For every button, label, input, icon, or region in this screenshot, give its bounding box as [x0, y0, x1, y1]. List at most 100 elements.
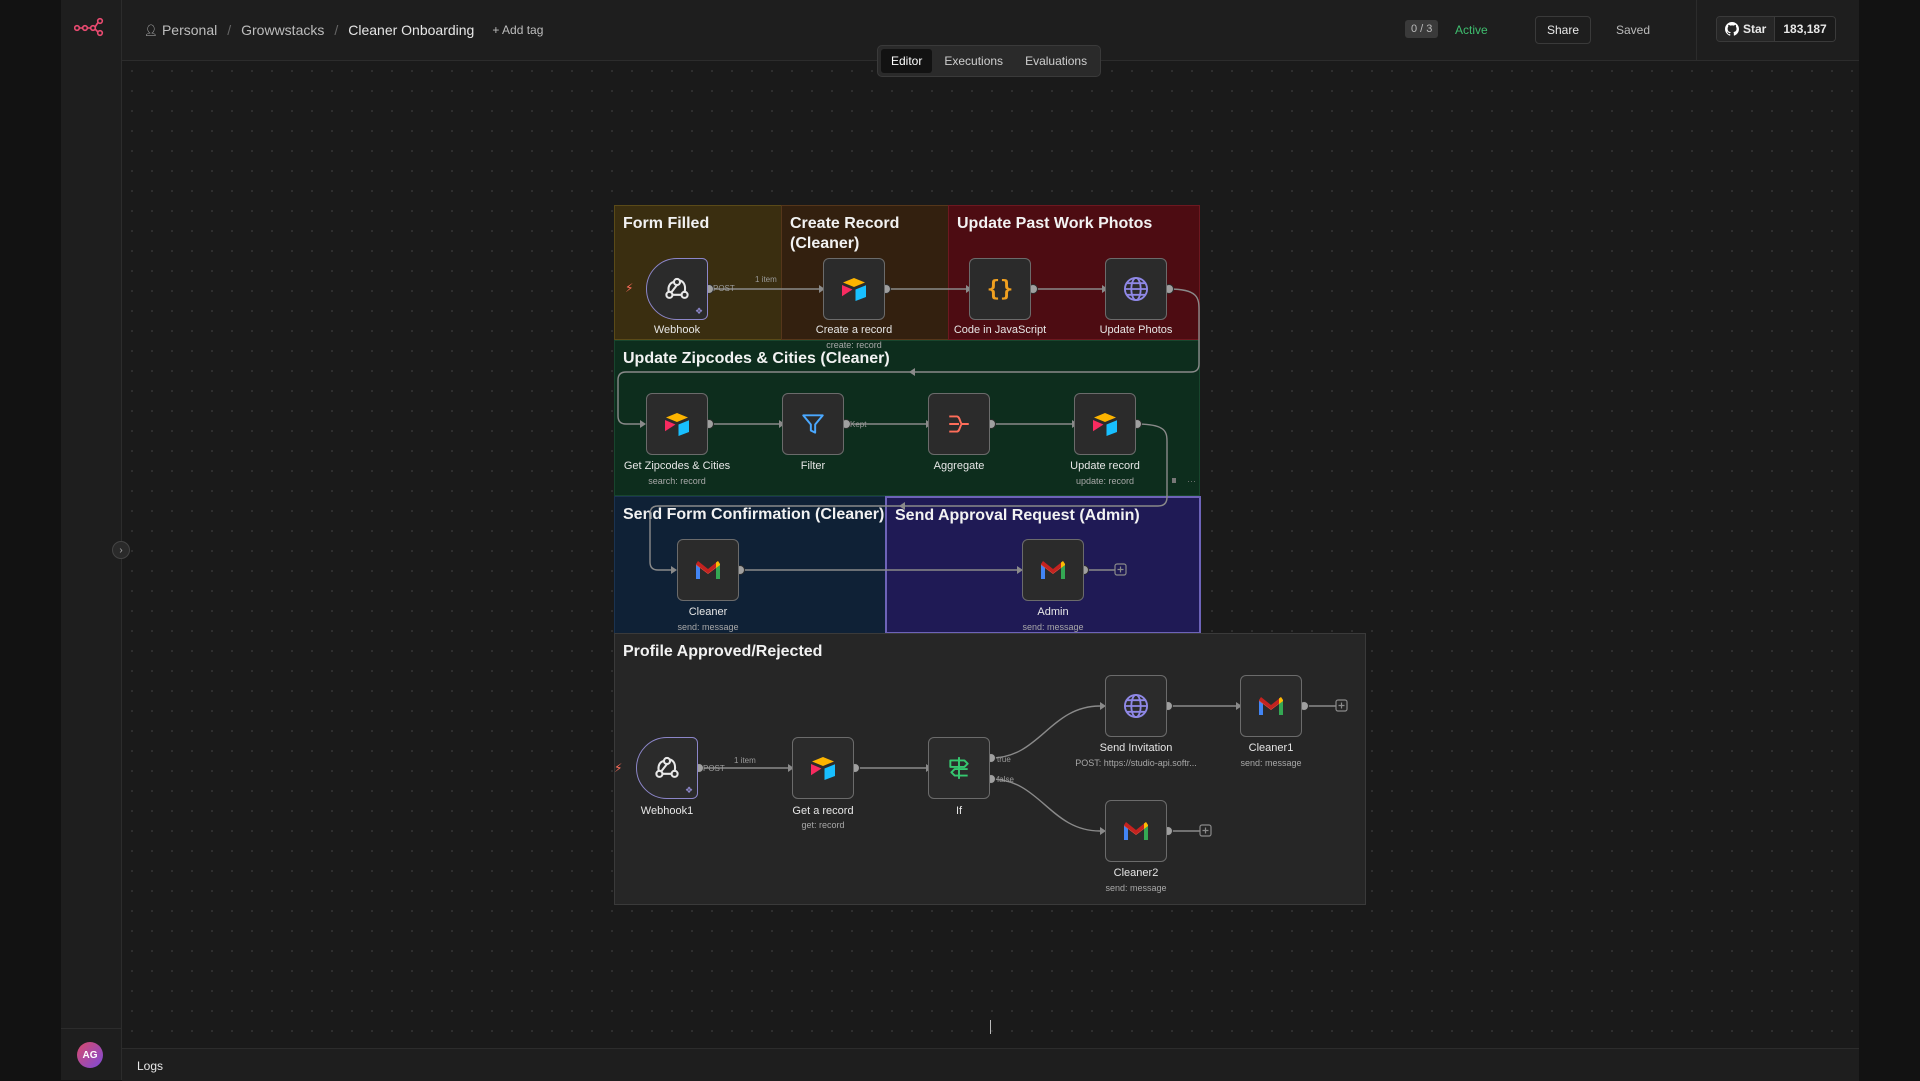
saved-status: Saved — [1616, 23, 1651, 37]
tab-editor[interactable]: Editor — [881, 49, 933, 73]
sticky-title: Create Record (Cleaner) — [790, 215, 900, 252]
expand-sidebar-chevron-icon[interactable]: › — [112, 541, 130, 559]
breadcrumb-folder[interactable]: Growwstacks — [241, 22, 324, 38]
node-cleaner2[interactable] — [1105, 800, 1167, 862]
filter-icon — [802, 414, 824, 434]
text-cursor — [990, 1020, 991, 1034]
node-subtitle: send: message — [1105, 883, 1167, 893]
node-label: Send Invitation — [1099, 742, 1173, 754]
node-aggregate[interactable] — [928, 393, 990, 455]
node-cleaner1[interactable] — [1240, 675, 1302, 737]
airtable-icon — [811, 757, 835, 780]
node-send-invitation[interactable] — [1105, 675, 1167, 737]
github-star-label: Star — [1743, 22, 1767, 36]
sticky-note-profile-approved[interactable]: Profile Approved/Rejected — [614, 633, 1366, 905]
breadcrumb-separator: / — [227, 22, 232, 38]
node-label: Filter — [800, 460, 826, 472]
breadcrumb-owner[interactable]: Personal — [162, 22, 217, 38]
node-get-zipcodes[interactable] — [646, 393, 708, 455]
share-button[interactable]: Share — [1535, 16, 1592, 44]
breadcrumb: 👤︎ Personal / Growwstacks / Cleaner Onbo… — [144, 22, 543, 38]
gmail-icon — [1124, 822, 1148, 840]
node-get-record[interactable] — [792, 737, 854, 799]
sticky-title: Profile Approved/Rejected — [623, 643, 823, 660]
node-subtitle: get: record — [801, 820, 845, 830]
pin-icon: ❖ — [695, 306, 704, 316]
aggregate-icon — [949, 415, 969, 433]
tab-executions[interactable]: Executions — [934, 49, 1013, 73]
node-label: Update record — [1070, 460, 1140, 472]
airtable-icon — [665, 413, 689, 436]
node-subtitle: send: message — [1022, 622, 1084, 632]
node-label: Admin — [1037, 606, 1069, 618]
node-label: Aggregate — [933, 460, 985, 472]
workflow-name[interactable]: Cleaner Onboarding — [348, 22, 474, 38]
avatar[interactable]: AG — [77, 1042, 103, 1068]
airtable-icon — [1093, 413, 1117, 436]
node-update-record[interactable] — [1074, 393, 1136, 455]
node-label: Get Zipcodes & Cities — [623, 460, 731, 472]
logs-label[interactable]: Logs — [137, 1059, 163, 1073]
node-label: Create a record — [815, 324, 893, 336]
user-icon: 👤︎ — [144, 24, 158, 37]
node-subtitle: send: message — [677, 622, 739, 632]
node-label: Update Photos — [1099, 324, 1173, 336]
globe-icon — [1123, 693, 1149, 719]
add-tag-button[interactable]: + Add tag — [492, 23, 543, 37]
node-subtitle: create: record — [826, 340, 882, 350]
github-star-button[interactable]: Star — [1717, 17, 1776, 41]
node-create-record[interactable] — [823, 258, 885, 320]
node-subtitle: send: message — [1240, 758, 1302, 768]
sticky-title: Send Approval Request (Admin) — [895, 507, 1140, 524]
sidebar-divider — [61, 1028, 121, 1029]
execution-counter-badge: 0 / 3 — [1405, 20, 1439, 38]
globe-icon — [1123, 276, 1149, 302]
sidebar: AG — [61, 0, 122, 1080]
trigger-bolt-icon: ⚡︎ — [625, 281, 634, 295]
view-tabs: Editor Executions Evaluations — [877, 45, 1102, 77]
code-braces-icon: {} — [986, 276, 1014, 302]
node-code-javascript[interactable]: {} — [969, 258, 1031, 320]
gmail-icon — [1259, 697, 1283, 715]
node-label: Webhook1 — [640, 805, 694, 817]
node-admin[interactable] — [1022, 539, 1084, 601]
node-label: If — [955, 805, 963, 817]
gmail-icon — [696, 561, 720, 579]
node-filter[interactable] — [782, 393, 844, 455]
n8n-logo-icon[interactable] — [73, 17, 104, 37]
active-status[interactable]: Active — [1455, 23, 1488, 37]
sticky-title: Update Past Work Photos — [957, 215, 1153, 232]
trigger-bolt-icon: ⚡︎ — [614, 761, 623, 775]
breadcrumb-separator: / — [334, 22, 339, 38]
github-star-count: 183,187 — [1775, 17, 1835, 41]
github-icon — [1725, 22, 1739, 36]
logs-panel[interactable]: Logs — [122, 1048, 1859, 1081]
node-webhook1[interactable]: ❖ — [636, 737, 698, 799]
topbar-divider — [1696, 0, 1697, 60]
node-subtitle: search: record — [648, 476, 706, 486]
node-label: Webhook — [653, 324, 701, 336]
node-label: Cleaner1 — [1248, 742, 1294, 754]
outer-margin-left — [0, 0, 61, 1080]
github-star-widget[interactable]: Star 183,187 — [1716, 16, 1836, 42]
sticky-title: Update Zipcodes & Cities (Cleaner) — [623, 350, 890, 367]
node-update-photos[interactable] — [1105, 258, 1167, 320]
sticky-title: Send Form Confirmation (Cleaner) — [623, 506, 885, 523]
sticky-title: Form Filled — [623, 215, 710, 232]
tab-evaluations[interactable]: Evaluations — [1015, 49, 1097, 73]
webhook-icon — [655, 756, 679, 778]
pin-icon: ❖ — [685, 785, 694, 795]
node-subtitle: update: record — [1075, 476, 1135, 486]
airtable-icon — [842, 278, 866, 301]
node-label: Get a record — [792, 805, 854, 817]
gmail-icon — [1041, 561, 1065, 579]
node-cleaner[interactable] — [677, 539, 739, 601]
node-webhook[interactable]: ❖ — [646, 258, 708, 320]
node-label: Code in JavaScript — [953, 324, 1047, 336]
webhook-icon — [665, 277, 689, 299]
node-label: Cleaner — [688, 606, 728, 618]
outer-margin-right — [1857, 0, 1920, 1080]
node-subtitle: POST: https://studio-api.softr... — [1075, 758, 1197, 768]
node-if[interactable] — [928, 737, 990, 799]
signpost-icon — [949, 757, 969, 779]
